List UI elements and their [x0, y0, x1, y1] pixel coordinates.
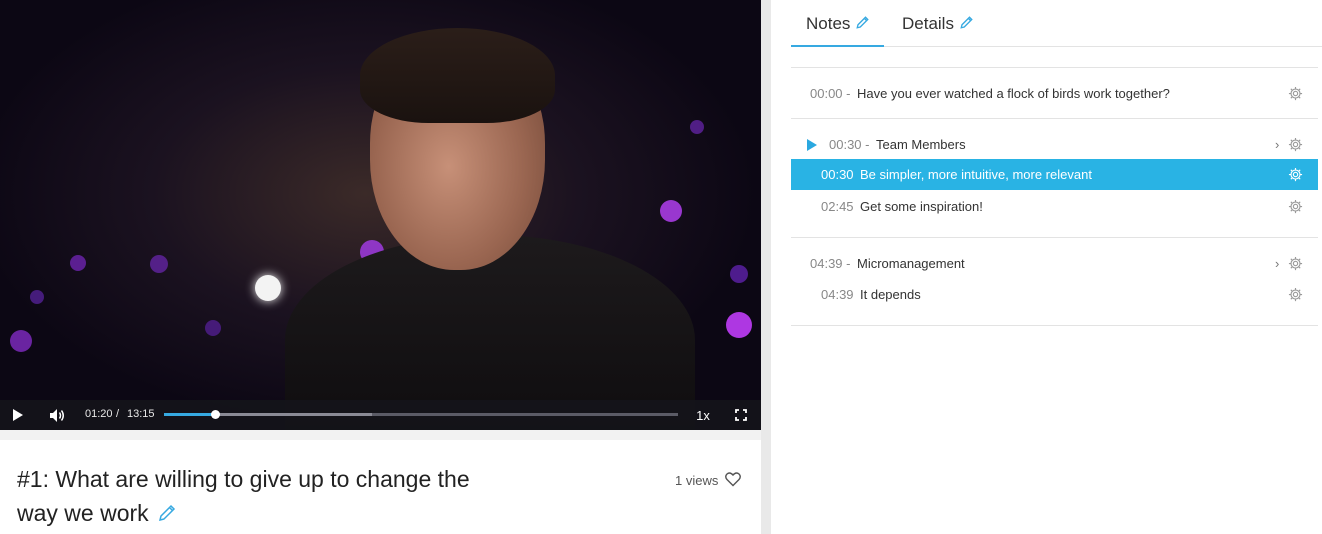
- seek-progress: [164, 413, 216, 416]
- note-item[interactable]: 02:45 Get some inspiration!: [791, 191, 1318, 222]
- note-label: Team Members: [876, 137, 966, 152]
- gear-icon[interactable]: [1288, 137, 1303, 152]
- play-icon[interactable]: [807, 139, 817, 151]
- duration: 13:15: [127, 408, 155, 420]
- speaker-hair: [360, 28, 555, 123]
- note-label: It depends: [860, 287, 921, 302]
- video-info: #1: What are willing to give up to chang…: [0, 440, 761, 534]
- bokeh-light: [660, 200, 682, 222]
- divider: [791, 237, 1318, 238]
- chevron-right-icon[interactable]: ›: [1275, 137, 1279, 152]
- pencil-icon[interactable]: [855, 15, 870, 30]
- video-title-text: #1: What are willing to give up to chang…: [17, 466, 470, 526]
- gear-icon[interactable]: [1288, 256, 1303, 271]
- bokeh-light: [726, 312, 752, 338]
- note-label: Be simpler, more intuitive, more relevan…: [860, 167, 1092, 182]
- note-time: 04:39: [821, 287, 854, 302]
- note-section[interactable]: 04:39 - Micromanagement ›: [791, 248, 1318, 279]
- panel-divider: [761, 0, 771, 534]
- note-item-active[interactable]: 00:30 Be simpler, more intuitive, more r…: [791, 159, 1318, 190]
- pencil-icon[interactable]: [959, 15, 974, 30]
- seek-bar[interactable]: [164, 410, 678, 419]
- note-time: 04:39 -: [810, 256, 851, 271]
- pencil-icon[interactable]: [157, 503, 177, 523]
- video-frame[interactable]: [0, 0, 761, 430]
- bokeh-light: [70, 255, 86, 271]
- gear-icon[interactable]: [1288, 287, 1303, 302]
- gear-icon[interactable]: [1288, 199, 1303, 214]
- note-section[interactable]: 00:30 - Team Members ›: [791, 129, 1318, 160]
- fullscreen-icon: [735, 409, 747, 421]
- gear-icon[interactable]: [1288, 86, 1303, 101]
- views-count: 1 views: [675, 473, 719, 488]
- chevron-right-icon[interactable]: ›: [1275, 256, 1279, 271]
- current-time: 01:20: [85, 408, 113, 420]
- note-label: Get some inspiration!: [860, 199, 983, 214]
- gear-icon[interactable]: [1288, 167, 1303, 182]
- bokeh-light: [255, 275, 281, 301]
- video-panel: 01:20 / 13:15 1x #1: What are willing to…: [0, 0, 761, 534]
- divider: [791, 118, 1318, 119]
- playback-speed-button[interactable]: 1x: [690, 400, 716, 430]
- note-section[interactable]: 00:00 - Have you ever watched a flock of…: [791, 78, 1318, 109]
- note-item[interactable]: 04:39 It depends: [791, 279, 1318, 310]
- divider: [791, 67, 1318, 68]
- bokeh-light: [205, 320, 221, 336]
- tab-notes-label: Notes: [806, 14, 851, 33]
- fullscreen-button[interactable]: [731, 400, 751, 430]
- volume-button[interactable]: [46, 400, 68, 430]
- like-button[interactable]: [725, 472, 741, 492]
- note-time: 02:45: [821, 199, 854, 214]
- bokeh-light: [150, 255, 168, 273]
- active-tab-indicator: [791, 45, 884, 47]
- tab-notes[interactable]: Notes: [806, 14, 870, 34]
- note-time: 00:30 -: [829, 137, 870, 152]
- volume-icon: [49, 408, 64, 422]
- note-time: 00:30: [821, 167, 854, 182]
- bokeh-light: [690, 120, 704, 134]
- bokeh-light: [10, 330, 32, 352]
- play-button[interactable]: [8, 400, 28, 430]
- bokeh-light: [730, 265, 748, 283]
- play-icon: [13, 409, 23, 421]
- heart-icon: [725, 472, 741, 487]
- notes-panel: Notes Details 00:00 - Have you ever watc…: [771, 0, 1322, 534]
- time-separator: /: [116, 408, 120, 420]
- tab-details-label: Details: [902, 14, 954, 33]
- note-label: Have you ever watched a flock of birds w…: [857, 86, 1170, 101]
- note-time: 00:00 -: [810, 86, 851, 101]
- divider: [791, 325, 1318, 326]
- note-label: Micromanagement: [857, 256, 965, 271]
- tab-details[interactable]: Details: [902, 14, 974, 34]
- video-title: #1: What are willing to give up to chang…: [17, 462, 487, 530]
- bokeh-light: [30, 290, 44, 304]
